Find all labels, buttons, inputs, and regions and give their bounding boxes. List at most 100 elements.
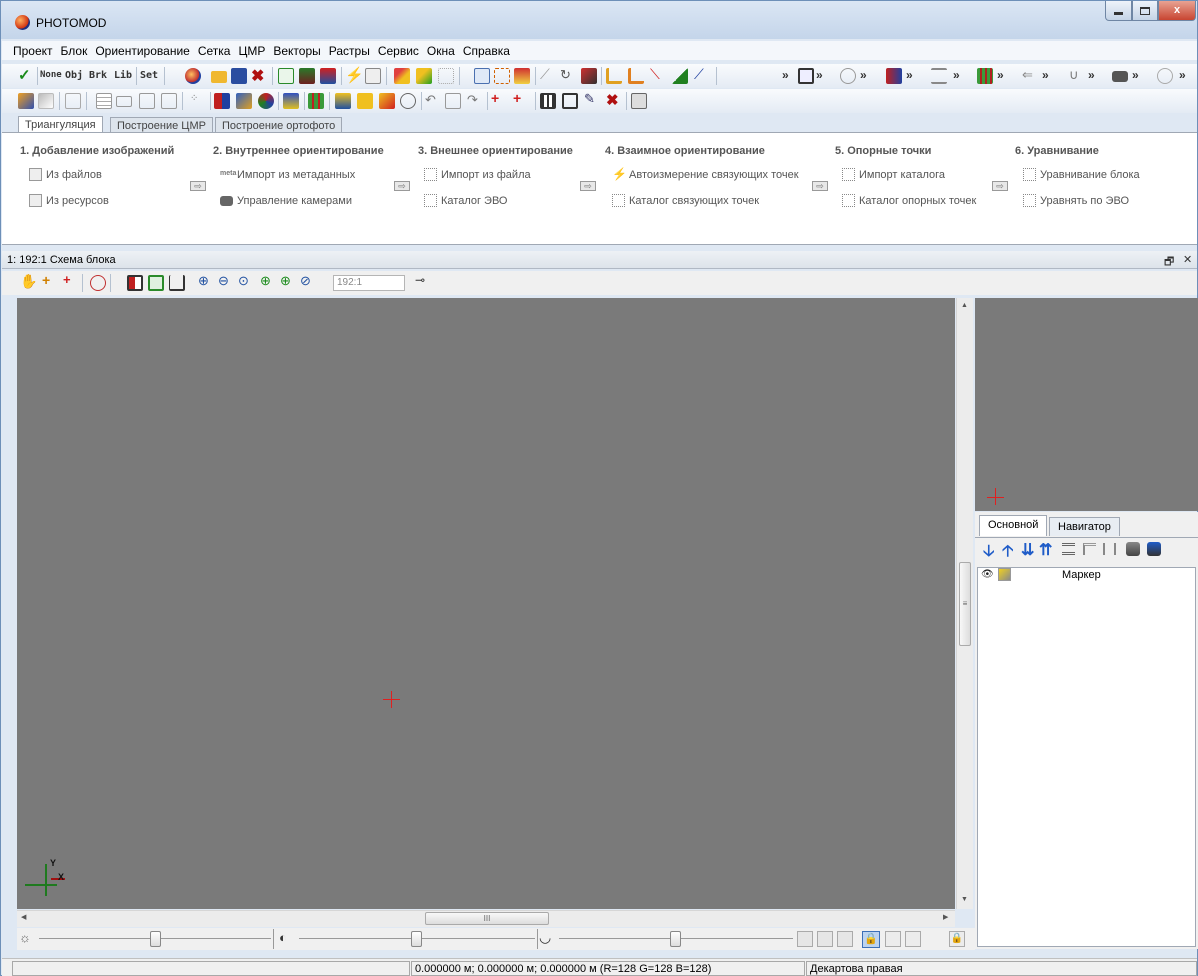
- lock-icon[interactable]: 🔒: [949, 931, 965, 947]
- toolbar-overflow-1[interactable]: »: [782, 68, 789, 82]
- control-points-catalog-button[interactable]: Каталог опорных точек: [842, 194, 976, 207]
- hand-settings-icon[interactable]: [1157, 68, 1173, 84]
- add-point-icon[interactable]: +: [491, 90, 507, 106]
- zoom-scale-icon[interactable]: ⊘: [300, 273, 316, 289]
- toolbar-overflow-6[interactable]: »: [997, 68, 1004, 82]
- overview-map[interactable]: [975, 298, 1198, 511]
- network-icon[interactable]: [840, 68, 856, 84]
- channel-button-1[interactable]: [797, 931, 813, 947]
- polyline-icon[interactable]: ⟋: [694, 66, 710, 82]
- scroll-left-arrow[interactable]: ◀: [21, 913, 26, 921]
- zoom-in-icon[interactable]: ⊕: [198, 273, 214, 289]
- list-view-icon[interactable]: [1062, 543, 1075, 555]
- list-detail-icon[interactable]: [1083, 543, 1096, 555]
- toolbar-overflow-4[interactable]: »: [906, 68, 913, 82]
- minimize-button[interactable]: [1105, 1, 1132, 21]
- camera-icon[interactable]: [1112, 71, 1128, 82]
- stack-icon[interactable]: [299, 68, 315, 84]
- measure-icon[interactable]: [581, 68, 597, 84]
- dots-icon[interactable]: ⁘: [190, 93, 206, 109]
- globe-icon[interactable]: [185, 68, 201, 84]
- from-files-button[interactable]: Из файлов: [29, 168, 102, 181]
- channel-button-3[interactable]: [837, 931, 853, 947]
- save-icon[interactable]: [231, 68, 247, 84]
- menu-service[interactable]: Сервис: [374, 41, 423, 58]
- move-down-icon[interactable]: 🡣: [983, 540, 995, 567]
- menu-help[interactable]: Справка: [459, 41, 514, 58]
- copy-2-icon[interactable]: [905, 931, 921, 947]
- grid-black-icon[interactable]: [540, 93, 556, 109]
- report-icon[interactable]: [365, 68, 381, 84]
- none-button[interactable]: None: [40, 70, 62, 80]
- menu-block[interactable]: Блок: [57, 41, 92, 58]
- tie-points-catalog-button[interactable]: Каталог связующих точек: [612, 194, 759, 207]
- set-button[interactable]: Set: [140, 70, 158, 81]
- contrast-slider-knob[interactable]: [411, 931, 422, 947]
- menu-dem[interactable]: ЦМР: [234, 41, 269, 58]
- add-image-icon[interactable]: [18, 93, 34, 109]
- add-point-2-icon[interactable]: +: [513, 90, 529, 106]
- brightness-slider-knob[interactable]: [150, 931, 161, 947]
- rotate-icon[interactable]: ↻: [560, 67, 576, 83]
- refresh-icon[interactable]: [278, 68, 294, 84]
- add-point-orange-icon[interactable]: +: [42, 272, 58, 288]
- triangle-points-icon[interactable]: [416, 68, 432, 84]
- lib-button[interactable]: Lib: [114, 70, 132, 81]
- import-from-file-button[interactable]: Импорт из файла: [424, 168, 531, 181]
- folder-edit-icon[interactable]: [335, 93, 351, 109]
- grid-gray-icon[interactable]: [96, 93, 112, 109]
- stereo-pair-icon[interactable]: [214, 93, 230, 109]
- keyboard-icon[interactable]: [116, 96, 132, 107]
- house-icon[interactable]: [320, 68, 336, 84]
- block-scheme-canvas[interactable]: Y X: [17, 298, 955, 909]
- remove-image-icon[interactable]: [38, 93, 54, 109]
- toolbar-overflow-7[interactable]: »: [1042, 68, 1049, 82]
- tool-icon[interactable]: ✎: [584, 91, 600, 107]
- brk-button[interactable]: Brk: [89, 70, 107, 81]
- grid-green-icon[interactable]: [977, 68, 993, 84]
- back-arrow-icon[interactable]: ⇐: [1022, 67, 1038, 83]
- zoom-fit-icon[interactable]: ⊕: [260, 273, 276, 289]
- remove-red-icon[interactable]: ✖: [606, 91, 622, 109]
- layers-blue-icon[interactable]: [1147, 542, 1161, 556]
- gamma-slider-knob[interactable]: [670, 931, 681, 947]
- toolbar-overflow-5[interactable]: »: [953, 68, 960, 82]
- manage-cameras-button[interactable]: Управление камерами: [220, 195, 352, 207]
- folder-export-icon[interactable]: [379, 93, 395, 109]
- toolbar-overflow-2[interactable]: »: [816, 68, 823, 82]
- page-icon[interactable]: [445, 93, 461, 109]
- menu-project[interactable]: Проект: [9, 41, 57, 58]
- restore-view-icon[interactable]: 🗗: [1164, 253, 1174, 272]
- undo-icon[interactable]: ↶: [425, 92, 441, 108]
- open-folder-icon[interactable]: [211, 71, 227, 83]
- vertical-scroll-thumb[interactable]: ≡: [959, 562, 971, 646]
- tab-main[interactable]: Основной: [979, 515, 1048, 536]
- check-icon[interactable]: ✓: [18, 66, 34, 84]
- angle-orange-icon[interactable]: [628, 68, 644, 84]
- line-icon[interactable]: ⟋: [540, 66, 556, 82]
- edit-pair-icon[interactable]: [236, 93, 252, 109]
- move-top-icon[interactable]: ⇈: [1039, 540, 1052, 560]
- frame-icon[interactable]: [798, 68, 814, 84]
- calculator-icon[interactable]: [631, 93, 647, 109]
- scroll-up-arrow[interactable]: ▲: [961, 302, 968, 309]
- search-globe-icon[interactable]: [400, 93, 416, 109]
- move-bottom-icon[interactable]: ⇊: [1021, 540, 1034, 560]
- block-adjustment-button[interactable]: Уравнивание блока: [1023, 168, 1140, 181]
- grid-colored-icon[interactable]: [308, 93, 324, 109]
- copy-icon[interactable]: [885, 931, 901, 947]
- diagonal-red-icon[interactable]: ⟍: [650, 66, 666, 82]
- list-icon[interactable]: [931, 68, 947, 84]
- title-bar[interactable]: PHOTOMOD x: [1, 1, 1197, 39]
- menu-windows[interactable]: Окна: [423, 41, 459, 58]
- channel-button-2[interactable]: [817, 931, 833, 947]
- edit-points-icon[interactable]: [514, 68, 530, 84]
- toolbar-overflow-9[interactable]: »: [1132, 68, 1139, 82]
- auto-tie-points-button[interactable]: ⚡ Автоизмерение связующих точек: [612, 167, 799, 181]
- move-up-icon[interactable]: 🡡: [1002, 540, 1014, 567]
- list-tree-icon[interactable]: [1103, 543, 1116, 555]
- close-button[interactable]: x: [1158, 1, 1196, 21]
- grid-red-icon[interactable]: [90, 275, 106, 291]
- menu-vectors[interactable]: Векторы: [269, 41, 324, 58]
- toolbar-overflow-3[interactable]: »: [860, 68, 867, 82]
